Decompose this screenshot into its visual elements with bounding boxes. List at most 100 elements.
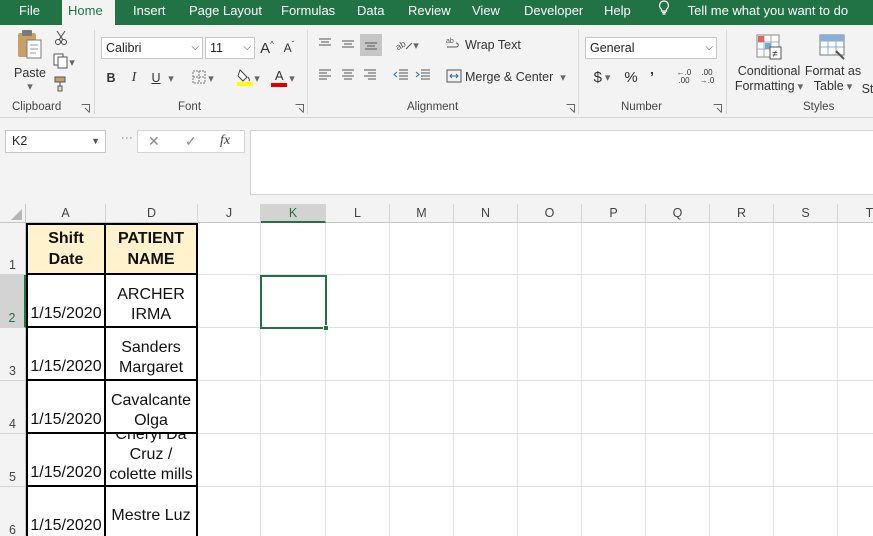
row-header-6[interactable]: 6 xyxy=(0,487,26,536)
cell-o3[interactable] xyxy=(518,328,582,381)
cut-button[interactable] xyxy=(52,30,70,48)
cell-p5[interactable] xyxy=(582,434,646,487)
column-header-k[interactable]: K xyxy=(261,204,326,223)
tell-me-search[interactable]: Tell me what you want to do xyxy=(652,0,854,25)
cell-n3[interactable] xyxy=(454,328,518,381)
cell-o4[interactable] xyxy=(518,381,582,434)
row-header-1[interactable]: 1 xyxy=(0,223,26,275)
cell-t6[interactable] xyxy=(838,487,873,536)
tab-file[interactable]: File xyxy=(13,0,46,25)
cell-p2[interactable] xyxy=(582,275,646,328)
cell-r4[interactable] xyxy=(710,381,774,434)
cell-t4[interactable] xyxy=(838,381,873,434)
underline-dropdown[interactable]: ▾ xyxy=(166,68,176,88)
number-launcher-icon[interactable] xyxy=(713,102,722,113)
cell-d4[interactable]: Cavalcante Olga xyxy=(106,381,198,434)
column-header-r[interactable]: R xyxy=(710,204,774,223)
insert-function-icon[interactable]: fx xyxy=(220,133,230,149)
percent-button[interactable]: % xyxy=(622,66,640,88)
cell-q5[interactable] xyxy=(646,434,710,487)
align-center-button[interactable] xyxy=(338,66,358,86)
clipboard-launcher-icon[interactable] xyxy=(81,102,90,113)
column-header-q[interactable]: Q xyxy=(646,204,710,223)
wrap-text-button[interactable]: ab Wrap Text xyxy=(446,34,521,56)
middle-align-button[interactable] xyxy=(338,35,358,55)
cell-d2[interactable]: ARCHER IRMA xyxy=(106,275,198,328)
cell-o1[interactable] xyxy=(518,223,582,275)
font-launcher-icon[interactable] xyxy=(295,102,304,113)
cell-d3[interactable]: Sanders Margaret xyxy=(106,328,198,381)
cell-r5[interactable] xyxy=(710,434,774,487)
enter-icon[interactable]: ✓ xyxy=(185,133,197,150)
cell-t5[interactable] xyxy=(838,434,873,487)
copy-button[interactable]: ▾ xyxy=(52,53,76,71)
column-header-m[interactable]: M xyxy=(390,204,454,223)
column-header-j[interactable]: J xyxy=(198,204,261,223)
cell-o5[interactable] xyxy=(518,434,582,487)
cell-k4[interactable] xyxy=(261,381,326,434)
borders-button[interactable]: ▾ xyxy=(189,68,217,88)
column-header-s[interactable]: S xyxy=(774,204,838,223)
cell-j1[interactable] xyxy=(198,223,261,275)
column-header-n[interactable]: N xyxy=(454,204,518,223)
cell-s6[interactable] xyxy=(774,487,838,536)
cell-s2[interactable] xyxy=(774,275,838,328)
cell-l2[interactable] xyxy=(326,275,390,328)
cell-l5[interactable] xyxy=(326,434,390,487)
merge-center-button[interactable]: Merge & Center ▾ xyxy=(446,66,570,88)
cell-d1[interactable]: PATIENT NAME xyxy=(106,223,198,275)
increase-indent-button[interactable] xyxy=(413,66,433,86)
cell-m1[interactable] xyxy=(390,223,454,275)
tab-review[interactable]: Review xyxy=(402,0,457,25)
cell-k3[interactable] xyxy=(261,328,326,381)
grow-font-button[interactable]: A ^ xyxy=(259,37,275,59)
cell-j4[interactable] xyxy=(198,381,261,434)
formula-input[interactable] xyxy=(250,130,873,195)
number-format-combo[interactable]: General ⌵ xyxy=(585,37,717,59)
row-header-2[interactable]: 2 xyxy=(0,275,26,328)
cell-j2[interactable] xyxy=(198,275,261,328)
cell-k5[interactable] xyxy=(261,434,326,487)
cell-q4[interactable] xyxy=(646,381,710,434)
cell-n1[interactable] xyxy=(454,223,518,275)
tab-insert[interactable]: Insert xyxy=(127,0,172,25)
formula-bar-grip[interactable]: ⋮ xyxy=(120,132,134,145)
format-painter-button[interactable] xyxy=(52,76,70,94)
column-header-t[interactable]: T xyxy=(838,204,873,223)
font-size-combo[interactable]: 11 ⌵ xyxy=(205,37,255,59)
cell-a4[interactable]: 1/15/2020 xyxy=(26,381,106,434)
cell-s5[interactable] xyxy=(774,434,838,487)
tab-home[interactable]: Home xyxy=(62,0,115,25)
top-align-button[interactable] xyxy=(315,35,335,55)
cell-p4[interactable] xyxy=(582,381,646,434)
fill-handle[interactable] xyxy=(323,325,329,331)
column-header-l[interactable]: L xyxy=(326,204,390,223)
cell-s1[interactable] xyxy=(774,223,838,275)
cell-t1[interactable] xyxy=(838,223,873,275)
tab-help[interactable]: Help xyxy=(598,0,637,25)
tab-formulas[interactable]: Formulas xyxy=(275,0,341,25)
cell-p6[interactable] xyxy=(582,487,646,536)
name-box[interactable]: K2 ▼ xyxy=(5,130,106,153)
column-header-p[interactable]: P xyxy=(582,204,646,223)
decrease-indent-button[interactable] xyxy=(391,66,411,86)
tab-data[interactable]: Data xyxy=(351,0,390,25)
column-header-a[interactable]: A xyxy=(26,204,106,223)
column-header-o[interactable]: O xyxy=(518,204,582,223)
align-right-button[interactable] xyxy=(360,66,380,86)
cell-m2[interactable] xyxy=(390,275,454,328)
row-header-5[interactable]: 5 xyxy=(0,434,26,487)
cell-a5[interactable]: 1/15/2020 xyxy=(26,434,106,487)
cell-j3[interactable] xyxy=(198,328,261,381)
format-as-table-button[interactable]: Format as Table ▾ xyxy=(805,31,861,97)
cell-d5[interactable]: Cheryl Da Cruz / colette mills xyxy=(106,434,198,487)
increase-decimal-button[interactable]: ←.0 .00 xyxy=(674,66,694,88)
font-name-combo[interactable]: Calibri ⌵ xyxy=(101,37,203,59)
cell-m6[interactable] xyxy=(390,487,454,536)
tab-developer[interactable]: Developer xyxy=(518,0,589,25)
cell-n4[interactable] xyxy=(454,381,518,434)
cell-q1[interactable] xyxy=(646,223,710,275)
cell-a2[interactable]: 1/15/2020 xyxy=(26,275,106,328)
cell-k1[interactable] xyxy=(261,223,326,275)
cell-n2[interactable] xyxy=(454,275,518,328)
